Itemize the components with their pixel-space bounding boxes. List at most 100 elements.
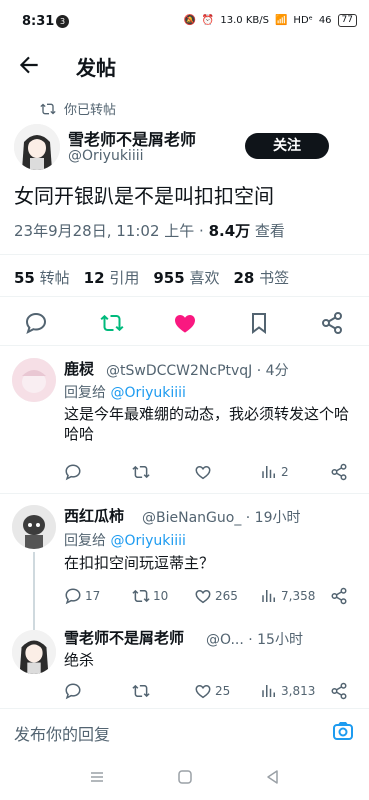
author-avatar[interactable] <box>14 124 60 170</box>
retweet-icon <box>132 589 150 603</box>
status-indicators: 🔕 ⏰ 13.0 KB/S 📶 HDᵉ 46 77 <box>183 14 357 27</box>
reply-actions: 25 3,813 <box>64 682 354 702</box>
reply-to-prefix: 回复给 <box>64 533 111 549</box>
hd-indicator: HDᵉ <box>293 15 313 26</box>
status-time: 8:31 <box>22 14 55 29</box>
top-bar: 发帖 <box>0 44 369 90</box>
reply-to-prefix: 回复给 <box>64 385 111 401</box>
reply-text: 绝杀 <box>64 651 95 669</box>
reply-actions: 2 <box>64 463 354 483</box>
retweeted-label: 你已转帖 <box>64 103 117 118</box>
stat-count: 28 <box>233 269 255 287</box>
retweet-icon <box>132 465 150 479</box>
retweet-icon[interactable] <box>100 311 124 335</box>
reply-to-handle[interactable]: @Oriyukiiii <box>110 385 186 401</box>
like-icon <box>195 684 211 699</box>
reply-to-line: 回复给 @Oriyukiiii <box>64 530 186 550</box>
reply-reply-button[interactable] <box>64 463 85 481</box>
wifi-icon: 📶 <box>274 15 288 26</box>
reply-author-handle[interactable]: @O... · 15小时 <box>206 629 303 649</box>
reply-author-handle[interactable]: @BieNanGuo_ · 19小时 <box>142 507 300 527</box>
system-nav-bar <box>0 756 369 800</box>
reply-views-button[interactable]: 2 <box>260 463 289 481</box>
menu-nav-icon[interactable] <box>88 768 106 786</box>
stat-quotes[interactable]: 12 引用 <box>84 267 140 288</box>
reply-to-line: 回复给 @Oriyukiiii <box>64 382 186 402</box>
alarm-icon: ⏰ <box>201 15 215 26</box>
stat-likes[interactable]: 955 喜欢 <box>153 267 219 288</box>
reply-reply-button[interactable]: 17 <box>64 587 100 605</box>
reply-avatar[interactable] <box>12 358 56 402</box>
reply-share-button[interactable] <box>330 463 348 481</box>
reply-count: 17 <box>85 589 101 603</box>
camera-icon[interactable] <box>331 719 355 743</box>
notification-badge: 3 <box>56 15 69 28</box>
like-count: 25 <box>215 684 231 698</box>
reply-views-button[interactable]: 7,358 <box>260 587 315 605</box>
back-arrow-icon[interactable] <box>16 52 42 78</box>
views-icon <box>262 590 275 602</box>
views-count: 8.4万 <box>208 222 251 240</box>
tweet-text: 女同开银趴是不是叫扣扣空间 <box>14 184 274 208</box>
bookmark-icon[interactable] <box>247 311 271 335</box>
like-filled-icon[interactable] <box>173 311 197 335</box>
follow-button[interactable]: 关注 <box>245 133 329 159</box>
reply-icon[interactable] <box>24 311 48 335</box>
back-nav-icon[interactable] <box>264 768 282 786</box>
view-count: 2 <box>281 465 289 479</box>
divider <box>0 493 369 494</box>
reply-author-name[interactable]: 鹿棂 <box>64 358 94 379</box>
stat-count: 12 <box>83 269 105 287</box>
retweeted-indicator: 你已转帖 <box>40 99 116 118</box>
view-count: 7,358 <box>281 589 316 603</box>
author-handle[interactable]: @Oriyukiiii <box>68 148 144 164</box>
reply-avatar[interactable] <box>12 505 56 549</box>
author-name[interactable]: 雪老师不是屑老师 <box>68 126 196 150</box>
anime-avatar-icon <box>12 630 56 674</box>
stat-count: 55 <box>14 269 35 287</box>
reply-input[interactable]: 发布你的回复 <box>14 721 110 745</box>
reply-retweet-button[interactable]: 10 <box>132 587 168 605</box>
view-count: 3,813 <box>281 684 316 698</box>
like-icon <box>195 465 211 480</box>
reply-like-button[interactable]: 25 <box>194 682 230 700</box>
status-bar: 8:31 3 🔕 ⏰ 13.0 KB/S 📶 HDᵉ 46 77 <box>0 0 369 44</box>
stat-label: 书签 <box>259 269 290 287</box>
share-icon <box>331 463 347 481</box>
tweet-meta: 23年9月28日, 11:02 上午 · 8.4万 查看 <box>14 220 285 241</box>
pink-avatar-icon <box>12 358 56 402</box>
reply-author-handle[interactable]: @tSwDCCW2NcPtvqJ · 4分 <box>106 360 289 380</box>
net-speed: 13.0 KB/S <box>220 15 269 26</box>
tweet-stats: 55 转帖 12 引用 955 喜欢 28 书签 <box>14 267 289 288</box>
reply-to-handle[interactable]: @Oriyukiiii <box>110 533 186 549</box>
divider <box>0 345 369 346</box>
reply-icon <box>65 588 81 605</box>
stat-bookmarks[interactable]: 28 书签 <box>233 267 289 288</box>
reply-like-button[interactable] <box>194 463 215 481</box>
reply-icon <box>65 464 81 481</box>
reply-retweet-button[interactable] <box>132 463 153 481</box>
views-icon <box>262 466 275 478</box>
reply-avatar[interactable] <box>12 630 56 674</box>
reply-author-name[interactable]: 雪老师不是屑老师 <box>64 627 184 648</box>
share-icon <box>331 587 347 605</box>
share-icon[interactable] <box>320 311 344 335</box>
reply-views-button[interactable]: 3,813 <box>260 682 315 700</box>
reply-like-button[interactable]: 265 <box>194 587 238 605</box>
stat-count: 955 <box>153 269 185 287</box>
reply-retweet-button[interactable] <box>132 682 153 700</box>
home-nav-icon[interactable] <box>176 768 194 786</box>
divider <box>0 296 369 297</box>
stat-label: 转帖 <box>39 269 70 287</box>
reply-share-button[interactable] <box>330 587 348 605</box>
reply-reply-button[interactable] <box>64 682 85 700</box>
reply-share-button[interactable] <box>330 682 348 700</box>
reply-icon <box>65 683 81 700</box>
retweet-icon <box>132 684 150 698</box>
compose-reply-bar: 发布你的回复 <box>0 708 369 754</box>
share-icon <box>331 682 347 700</box>
reply-author-name[interactable]: 西红瓜柿 <box>64 505 124 526</box>
stat-retweets[interactable]: 55 转帖 <box>14 267 70 288</box>
signal-indicator: 46 <box>318 15 332 26</box>
tweet-actions <box>0 307 369 339</box>
